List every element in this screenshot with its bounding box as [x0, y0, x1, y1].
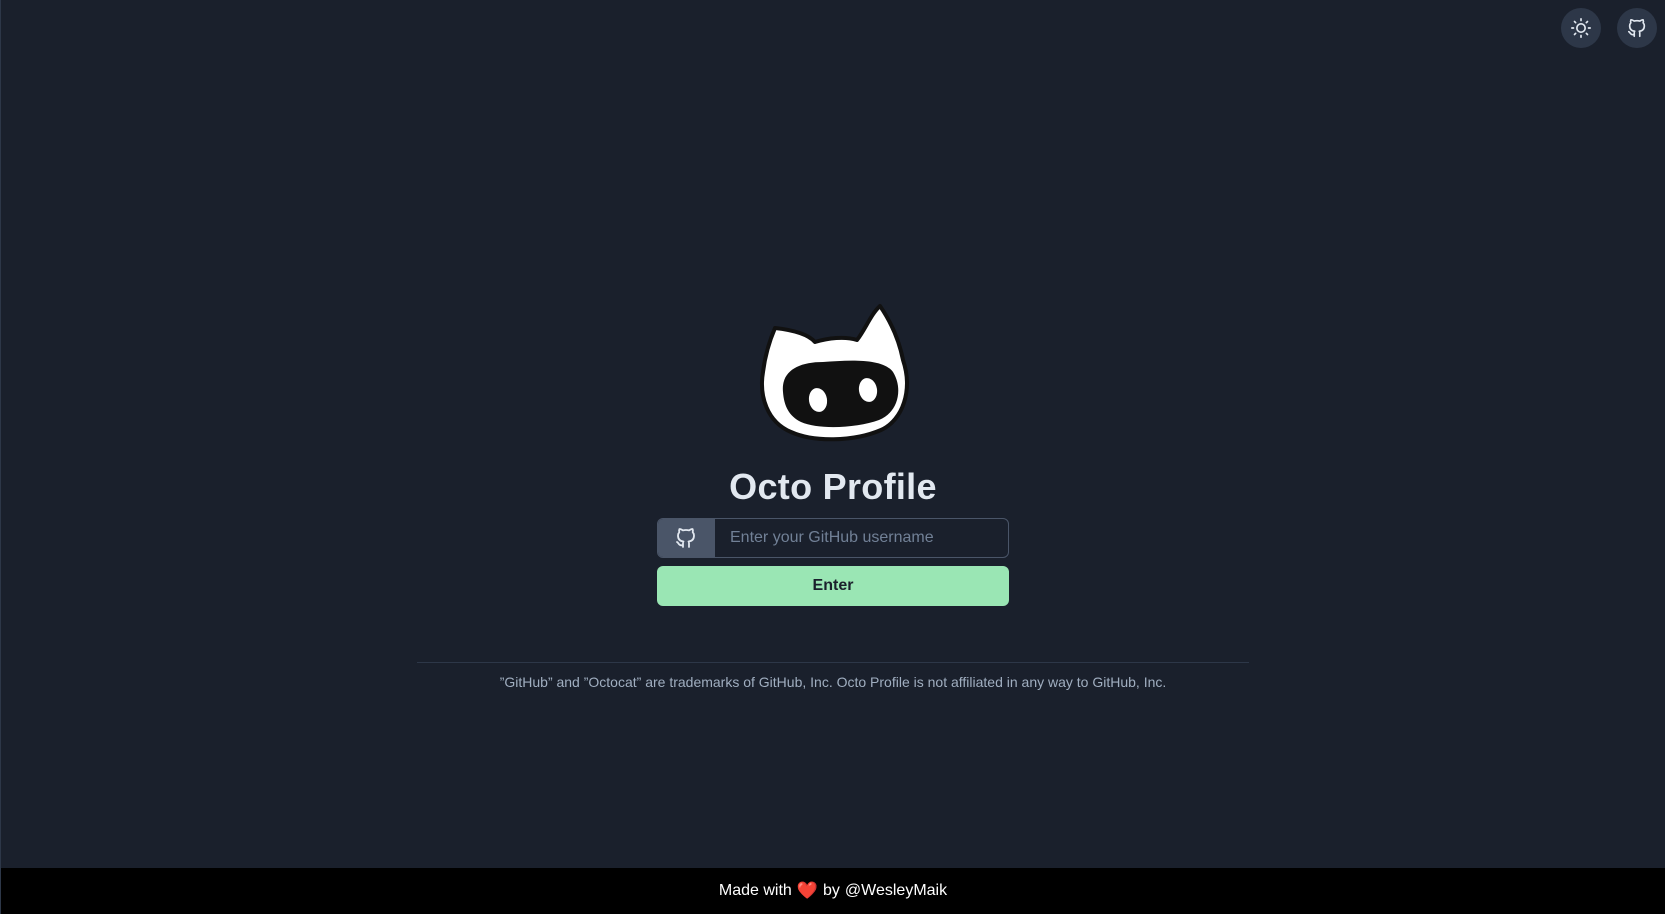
main-content: Octo Profile Enter ”GitHub” and ”Octocat… [1, 300, 1665, 690]
footer-made-with: Made with [718, 882, 792, 899]
github-icon [676, 528, 695, 548]
enter-button[interactable]: Enter [657, 566, 1009, 606]
input-addon [658, 519, 715, 557]
sun-icon [1571, 18, 1591, 38]
footer-author-link[interactable]: @WesleyMaik [845, 882, 947, 900]
username-input[interactable] [715, 519, 1008, 557]
github-link-button[interactable] [1617, 8, 1657, 48]
theme-toggle-button[interactable] [1561, 8, 1601, 48]
footer: Made with ❤️ by @WesleyMaik [1, 868, 1665, 914]
github-icon [1627, 18, 1646, 38]
top-actions [1561, 8, 1657, 48]
disclaimer-text: ”GitHub” and ”Octocat” are trademarks of… [499, 674, 1167, 690]
page: Octo Profile Enter ”GitHub” and ”Octocat… [0, 0, 1665, 914]
heart-icon: ❤️ [796, 881, 818, 900]
octocat-logo [760, 304, 909, 442]
footer-by: by [823, 882, 840, 899]
page-title: Octo Profile [729, 466, 937, 507]
username-input-group [657, 518, 1009, 558]
divider [417, 662, 1249, 663]
